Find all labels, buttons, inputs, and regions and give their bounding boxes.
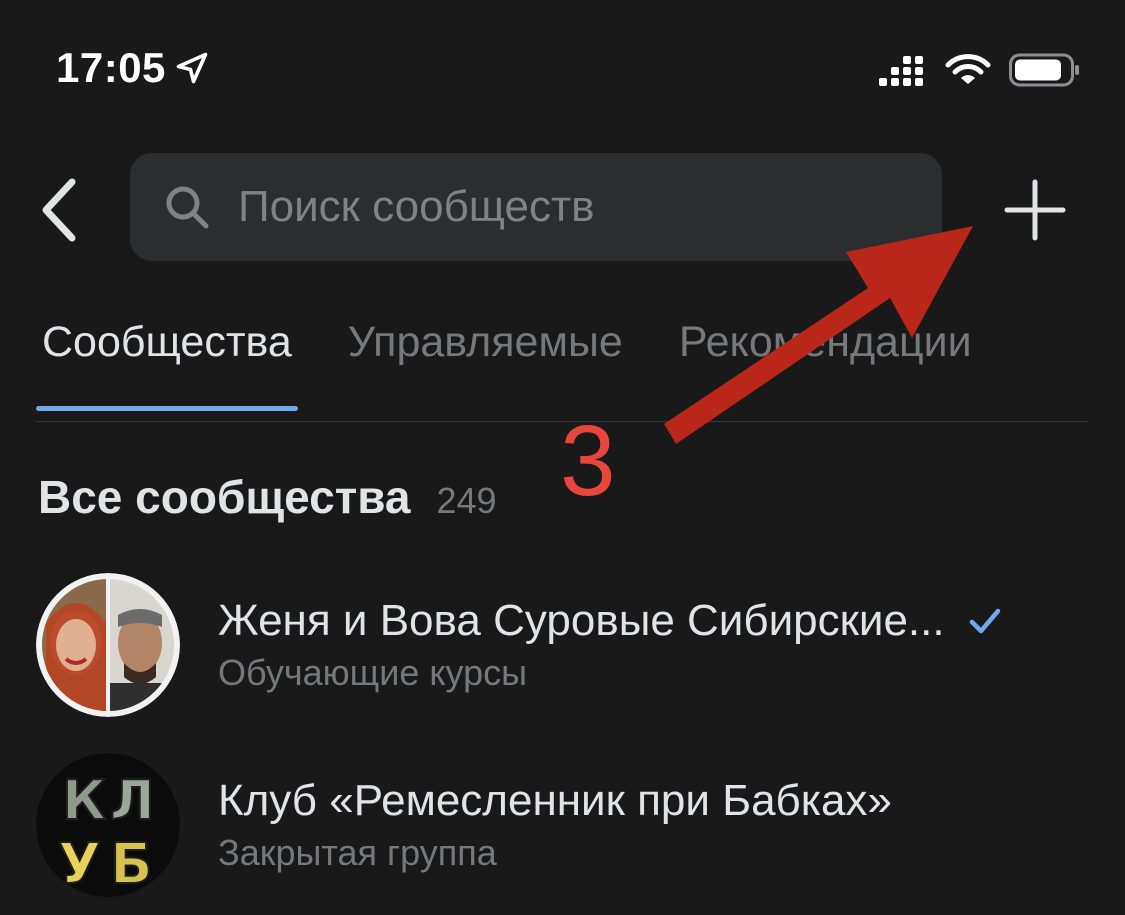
- community-subtitle: Закрытая группа: [218, 832, 497, 873]
- list-item[interactable]: К Л У Б Клуб «Ремесленник при Бабках» За…: [36, 750, 1096, 900]
- search-input[interactable]: [236, 181, 900, 233]
- search-icon: [166, 186, 209, 229]
- chevron-left-icon: [42, 178, 76, 242]
- cellular-signal-icon: [879, 56, 923, 86]
- battery-icon: [1009, 53, 1079, 87]
- club-logo-image: К Л У Б: [36, 753, 180, 897]
- add-community-button[interactable]: [995, 170, 1075, 250]
- tab-recommendations[interactable]: Рекомендации: [673, 318, 978, 367]
- svg-text:К: К: [62, 769, 106, 832]
- svg-text:Б: Б: [110, 832, 153, 897]
- search-field[interactable]: [130, 153, 942, 261]
- avatar: [36, 573, 180, 717]
- verified-check-icon: [969, 607, 1001, 635]
- time-label: 17:05: [56, 44, 166, 91]
- community-avatar-image: [36, 573, 180, 717]
- avatar: К Л У Б: [36, 753, 180, 897]
- tab-communities[interactable]: Сообщества: [36, 318, 298, 411]
- community-title: Женя и Вова Суровые Сибирские...: [218, 596, 945, 645]
- list-item[interactable]: Женя и Вова Суровые Сибирские... Обучающ…: [36, 570, 1096, 720]
- section-header: Все сообщества 249: [38, 470, 497, 524]
- status-icons: [879, 52, 1081, 88]
- svg-text:У: У: [58, 832, 101, 897]
- back-button[interactable]: [28, 172, 88, 248]
- location-arrow-icon: [176, 52, 208, 84]
- section-title: Все сообщества: [38, 471, 411, 523]
- wifi-icon: [945, 54, 991, 84]
- svg-text:Л: Л: [110, 769, 155, 832]
- tab-managed[interactable]: Управляемые: [342, 318, 629, 367]
- section-count: 249: [436, 480, 497, 521]
- tab-bar: Сообщества Управляемые Рекомендации: [36, 318, 1022, 411]
- community-title: Клуб «Ремесленник при Бабках»: [218, 776, 892, 825]
- plus-icon: [1004, 179, 1066, 241]
- status-time: 17:05: [56, 44, 210, 92]
- annotation-step-number: 3: [560, 405, 616, 517]
- community-subtitle: Обучающие курсы: [218, 652, 528, 693]
